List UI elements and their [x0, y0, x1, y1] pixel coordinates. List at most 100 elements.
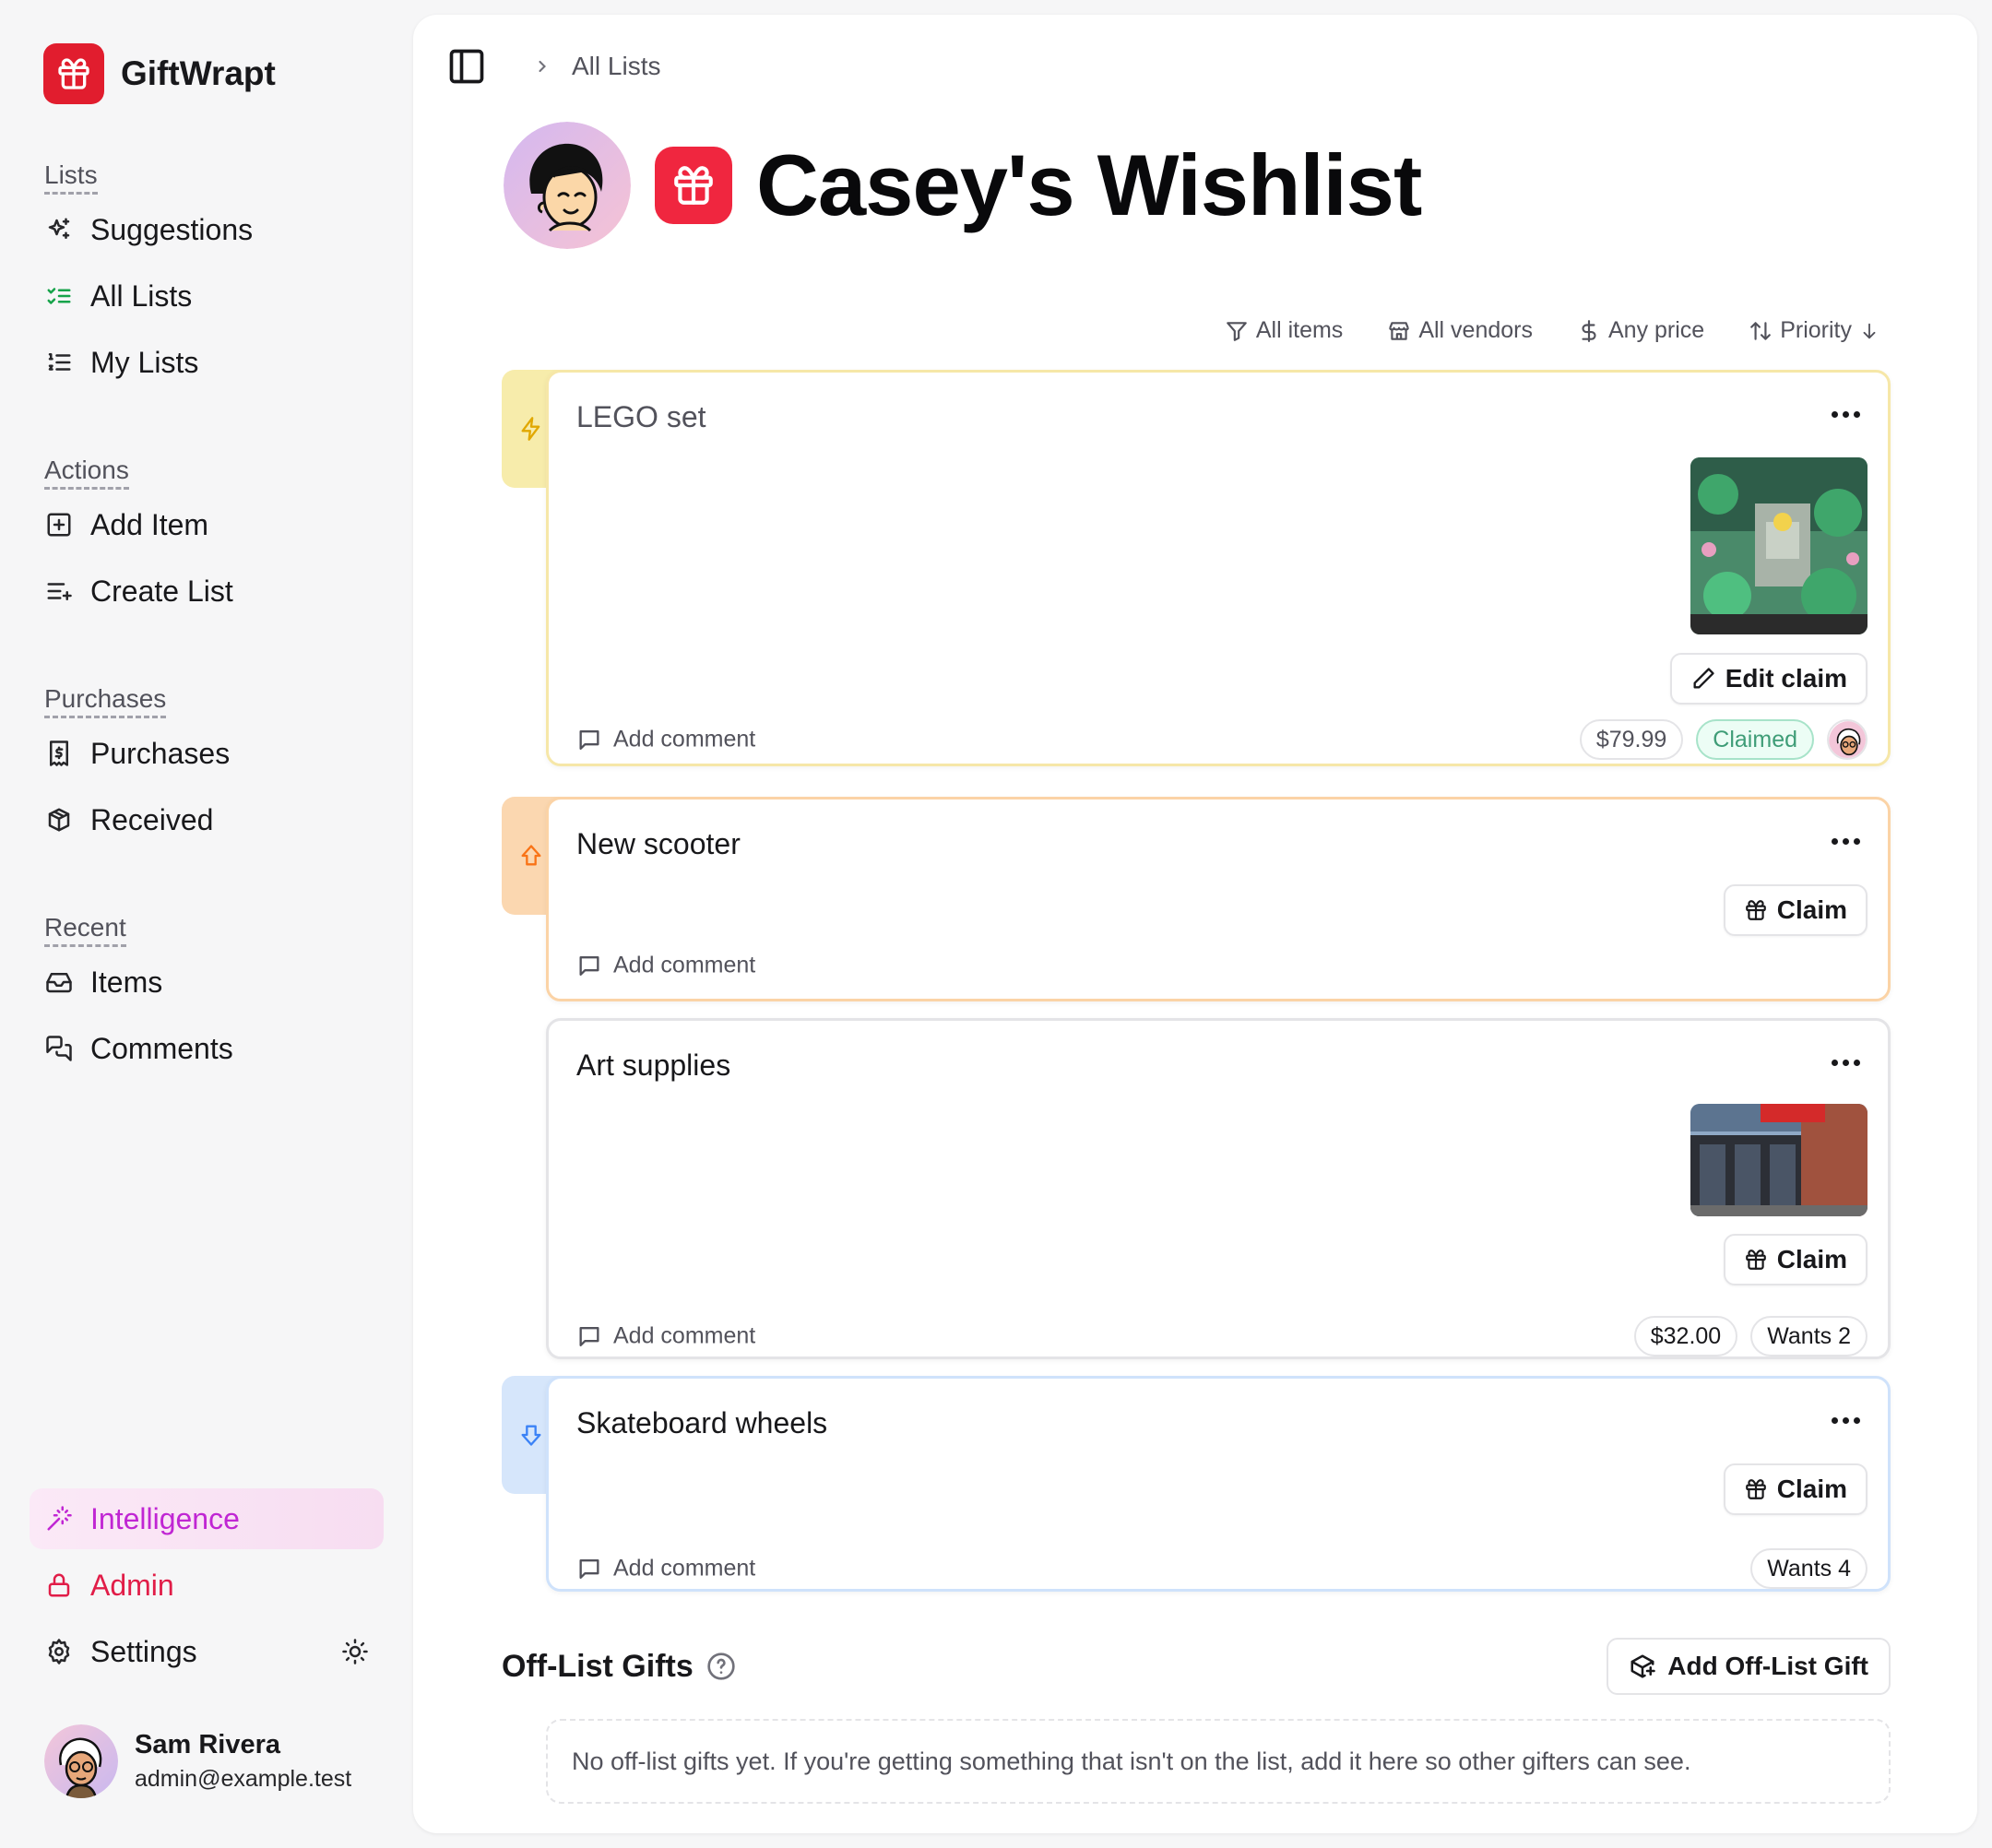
sidebar-item-create-list[interactable]: Create List	[44, 558, 233, 624]
wishlist-item: New scooter Claim Add comment	[502, 797, 1891, 1001]
sidebar-item-label: Intelligence	[90, 1501, 240, 1535]
sidebar-item-label: Items	[90, 965, 163, 999]
sidebar-item-intelligence[interactable]: Intelligence	[30, 1488, 384, 1549]
lock-icon	[44, 1570, 74, 1600]
comment-label: Add comment	[613, 1322, 756, 1349]
topbar: All Lists	[446, 39, 660, 94]
sidebar-item-label: Create List	[90, 574, 233, 608]
item-card[interactable]: New scooter Claim Add comment	[546, 797, 1891, 1001]
list-ordered-icon	[44, 348, 74, 377]
filter-items[interactable]: All items	[1225, 317, 1343, 344]
avatar	[1827, 719, 1868, 760]
sidebar-item-add-item[interactable]: Add Item	[44, 492, 233, 558]
app-name: GiftWrapt	[121, 54, 276, 92]
user-name: Sam Rivera	[135, 1730, 280, 1759]
button-label: Claim	[1776, 895, 1847, 924]
sort-priority[interactable]: Priority	[1749, 317, 1879, 344]
more-options-icon[interactable]	[1832, 838, 1860, 845]
sidebar-item-all-lists[interactable]: All Lists	[44, 263, 253, 329]
item-image[interactable]	[1690, 457, 1868, 634]
sidebar-item-admin[interactable]: Admin	[30, 1555, 384, 1616]
more-options-icon[interactable]	[1832, 1417, 1860, 1424]
item-badges: $79.99 Claimed	[1579, 719, 1868, 760]
price-badge: $79.99	[1579, 719, 1684, 760]
add-comment-link[interactable]: Add comment	[576, 1556, 755, 1582]
filter-label: All items	[1255, 317, 1344, 343]
chevron-right-icon	[533, 57, 551, 76]
item-title: LEGO set	[576, 400, 706, 433]
sidebar-item-suggestions[interactable]: Suggestions	[44, 196, 253, 263]
section-title: Recent	[44, 913, 126, 947]
filter-bar: All items All vendors Any price Priority	[1225, 317, 1879, 344]
nav-section-purchases: Purchases Purchases Received	[44, 684, 230, 853]
offlist-header: Off-List Gifts Add Off-List Gift	[502, 1638, 1891, 1695]
comment-label: Add comment	[613, 726, 756, 752]
price-badge: $32.00	[1633, 1316, 1738, 1356]
dollar-icon	[1577, 319, 1601, 343]
button-label: Claim	[1776, 1475, 1847, 1503]
button-label: Add Off-List Gift	[1667, 1652, 1868, 1680]
nav-section-lists: Lists Suggestions All Lists My Lists	[44, 160, 253, 396]
sidebar-item-received[interactable]: Received	[44, 787, 230, 853]
item-card[interactable]: LEGO set Edit claim Add comment $79.99 C…	[546, 370, 1891, 766]
sidebar-item-label: Received	[90, 802, 214, 836]
section-title: Actions	[44, 456, 129, 490]
sidebar-item-label: Purchases	[90, 736, 231, 770]
claim-button[interactable]: Claim	[1723, 1463, 1868, 1515]
sidebar-item-label: Add Item	[90, 507, 209, 541]
item-card[interactable]: Skateboard wheels Claim Add comment Want…	[546, 1376, 1891, 1592]
sidebar-bottom-nav: Intelligence Admin Settings	[30, 1488, 384, 1688]
sidebar-item-items[interactable]: Items	[44, 949, 233, 1015]
sidebar-item-purchases[interactable]: Purchases	[44, 720, 230, 787]
user-card[interactable]: Sam Rivera admin@example.test	[44, 1724, 351, 1798]
section-title: Purchases	[44, 684, 167, 718]
filter-vendors[interactable]: All vendors	[1387, 317, 1533, 344]
item-card[interactable]: Art supplies Claim Add comment $32.00 Wa…	[546, 1018, 1891, 1359]
sidebar-item-comments[interactable]: Comments	[44, 1015, 233, 1082]
avatar[interactable]	[504, 122, 631, 249]
wishlist-item: Art supplies Claim Add comment $32.00 Wa…	[502, 1018, 1891, 1359]
comment-icon	[576, 727, 602, 752]
filter-price[interactable]: Any price	[1577, 317, 1704, 344]
receipt-icon	[44, 739, 74, 768]
help-circle-icon[interactable]	[706, 1652, 736, 1681]
sidebar-item-my-lists[interactable]: My Lists	[44, 329, 253, 396]
gear-icon	[44, 1637, 74, 1666]
comment-icon	[576, 1323, 602, 1349]
claim-button[interactable]: Claim	[1723, 884, 1868, 936]
add-comment-link[interactable]: Add comment	[576, 1323, 755, 1350]
add-comment-link[interactable]: Add comment	[576, 953, 755, 979]
sidebar-item-label: All Lists	[90, 278, 193, 313]
section-title: Off-List Gifts	[502, 1648, 694, 1684]
item-badges: Wants 4	[1750, 1548, 1868, 1589]
breadcrumb[interactable]: All Lists	[572, 52, 660, 81]
more-options-icon[interactable]	[1832, 1060, 1860, 1066]
more-options-icon[interactable]	[1832, 411, 1860, 418]
edit-claim-button[interactable]: Edit claim	[1669, 653, 1868, 705]
status-badge: Claimed	[1696, 719, 1814, 760]
wishlist-item: LEGO set Edit claim Add comment $79.99 C…	[502, 370, 1891, 766]
item-image[interactable]	[1690, 1104, 1868, 1216]
nav-section-recent: Recent Items Comments	[44, 913, 233, 1082]
add-offlist-gift-button[interactable]: Add Off-List Gift	[1607, 1638, 1891, 1695]
sun-icon[interactable]	[341, 1638, 369, 1665]
filter-icon	[1225, 319, 1249, 343]
sidebar-toggle-icon[interactable]	[446, 46, 487, 87]
filter-label: Any price	[1607, 317, 1705, 343]
gift-icon	[1744, 898, 1768, 922]
gift-icon	[43, 43, 104, 104]
sidebar-item-settings[interactable]: Settings	[30, 1621, 384, 1682]
brand[interactable]: GiftWrapt	[43, 43, 276, 104]
gift-icon	[1744, 1477, 1768, 1501]
magic-wand-icon	[44, 1504, 74, 1534]
filter-label: Priority	[1780, 317, 1852, 343]
nav-section-actions: Actions Add Item Create List	[44, 456, 233, 624]
add-comment-link[interactable]: Add comment	[576, 727, 755, 753]
package-icon	[44, 805, 74, 835]
sidebar-item-label: Suggestions	[90, 212, 254, 246]
sidebar-item-label: My Lists	[90, 345, 199, 379]
sparkles-icon	[44, 215, 74, 244]
claim-button[interactable]: Claim	[1723, 1234, 1868, 1285]
sort-icon	[1749, 319, 1773, 343]
store-icon	[1387, 319, 1411, 343]
